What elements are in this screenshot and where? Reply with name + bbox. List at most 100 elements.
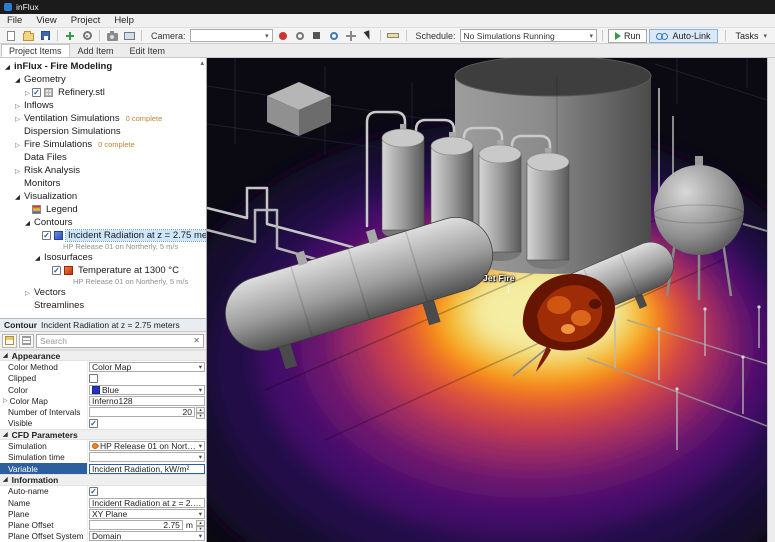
property-dropdown[interactable]: HP Release 01 on Northerly, 5 m/s▾ [89,441,205,451]
tree-item-temperature-at-1300-c[interactable]: ✓Temperature at 1300 °C [0,264,206,277]
expander-icon[interactable]: ▷ [23,89,32,97]
pan-view-button[interactable] [343,29,359,43]
record-button[interactable] [275,29,291,43]
property-section-information[interactable]: ◢Information [0,474,206,485]
camera-dropdown[interactable]: ▾ [190,29,273,42]
jet-fire-leader-line [508,284,509,293]
search-input[interactable] [40,336,191,346]
item-checkbox[interactable]: ✓ [52,266,61,275]
new-file-button[interactable] [3,29,19,43]
categorize-button[interactable] [2,334,17,348]
property-textbox[interactable]: Inferno128 [89,396,205,406]
menu-project[interactable]: Project [64,15,108,26]
tree-item-dispersion-simulations[interactable]: Dispersion Simulations [0,125,206,138]
expander-icon[interactable]: ◢ [3,63,12,71]
property-label-name: Name [0,497,88,508]
select-mode-button[interactable] [360,29,376,43]
tree-item-data-files[interactable]: Data Files [0,151,206,164]
property-textbox[interactable]: Incident Radiation at z = 2.75 meters [89,498,205,508]
settings-button[interactable] [79,29,95,43]
app-window: inFlux FileViewProjectHelp Camera: ▾ Sch… [0,0,775,542]
tab-edit-item[interactable]: Edit Item [122,44,174,57]
property-dropdown[interactable]: Blue▾ [89,385,205,395]
property-dropdown[interactable]: ▾ [89,452,205,462]
tree-item-label: Inflows [22,100,56,111]
tree-item-fire-simulations[interactable]: ▷Fire Simulations0 complete [0,138,206,151]
viewport-3d[interactable]: Jet Fire [207,58,767,542]
expander-icon[interactable]: ▷ [13,115,22,123]
tree-item-geometry[interactable]: ◢Geometry [0,73,206,86]
menu-help[interactable]: Help [107,15,141,26]
open-project-button[interactable] [20,29,36,43]
item-checkbox[interactable]: ✓ [32,88,41,97]
menu-file[interactable]: File [0,15,29,26]
tree-item-inflows[interactable]: ▷Inflows [0,99,206,112]
expander-icon[interactable]: ▷ [13,141,22,149]
scroll-up-icon[interactable]: ▴ [200,59,204,67]
clear-search-icon[interactable]: ✕ [193,336,200,345]
tree-item-isosurfaces[interactable]: ◢Isosurfaces [0,251,206,264]
run-button[interactable]: Run [608,29,648,43]
tree-item-incident-radiation-at-z-2-75-meters[interactable]: ✓ Incident Radiation at z = 2.75 meters [0,229,206,242]
property-dropdown[interactable]: Color Map▾ [89,362,205,372]
viewport-display-button[interactable] [121,29,137,43]
tab-add-item[interactable]: Add Item [70,44,122,57]
tree-item-risk-analysis[interactable]: ▷Risk Analysis [0,164,206,177]
property-textbox[interactable]: Incident Radiation, kW/m² [89,464,205,474]
property-checkbox[interactable]: ✓ [89,419,98,428]
schedule-dropdown[interactable]: No Simulations Running▾ [460,29,597,42]
focus-target-button[interactable] [292,29,308,43]
spinner-buttons[interactable]: ▴▾ [196,407,205,417]
menu-view[interactable]: View [29,15,63,26]
property-checkbox[interactable] [89,374,98,383]
tab-project-items[interactable]: Project Items [1,44,70,57]
tree-item-contours[interactable]: ◢Contours [0,216,206,229]
property-label-color-method: Color Method [0,361,88,372]
save-project-button[interactable] [37,29,53,43]
expander-icon[interactable]: ◢ [13,193,22,201]
collapsed-side-panel[interactable] [767,58,775,542]
chevron-down-icon: ▾ [199,532,202,540]
row-expander-icon[interactable]: ▷ [3,397,8,404]
expander-icon[interactable]: ◢ [23,219,32,227]
measure-button[interactable] [385,29,401,43]
property-dropdown[interactable]: Domain▾ [89,531,205,541]
tree-item-label: Visualization [22,191,79,202]
stop-button[interactable] [309,29,325,43]
property-spinbox[interactable]: 20 [89,407,195,417]
property-value: 20 [92,407,192,417]
property-section-cfd-parameters[interactable]: ◢CFD Parameters [0,429,206,440]
property-section-appearance[interactable]: ◢Appearance [0,350,206,361]
expander-icon[interactable]: ◢ [33,254,42,262]
tree-item-vectors[interactable]: ▷Vectors [0,286,206,299]
item-checkbox[interactable]: ✓ [42,231,51,240]
property-dropdown[interactable]: XY Plane▾ [89,509,205,519]
section-label: Appearance [12,351,61,361]
refresh-view-button[interactable] [326,29,342,43]
tree-item-refinery-stl[interactable]: ▷✓Refinery.stl [0,86,206,99]
tasks-dropdown[interactable]: Tasks▾ [730,31,772,41]
jet-fire-label: Jet Fire [483,273,515,283]
expander-icon[interactable]: ▷ [13,167,22,175]
alphabetical-button[interactable] [19,334,34,348]
tree-item-influx-fire-modeling[interactable]: ◢inFlux - Fire Modeling [0,60,206,73]
property-spinbox[interactable]: 2.75 [89,520,183,530]
expander-icon[interactable]: ▷ [23,289,32,297]
expander-icon[interactable]: ▷ [13,102,22,110]
tree-item-legend[interactable]: Legend [0,203,206,216]
screenshot-button[interactable] [104,29,120,43]
auto-link-button[interactable]: Auto-Link [649,29,717,43]
property-search-bar: ✕ [0,332,206,350]
tree-item-ventilation-simulations[interactable]: ▷Ventilation Simulations0 complete [0,112,206,125]
tree-item-streamlines[interactable]: Streamlines [0,299,206,312]
property-checkbox[interactable]: ✓ [89,487,98,496]
tree-item-visualization[interactable]: ◢Visualization [0,190,206,203]
property-label-number-of-intervals: Number of Intervals [0,406,88,417]
tree-item-label: Incident Radiation at z = 2.75 meters [66,230,206,241]
search-field[interactable]: ✕ [36,334,204,348]
tree-item-monitors[interactable]: Monitors [0,177,206,190]
project-tree: ▴ ◢inFlux - Fire Modeling◢Geometry▷✓Refi… [0,58,206,318]
add-item-button[interactable] [62,29,78,43]
spinner-buttons[interactable]: ▴▾ [196,520,205,530]
expander-icon[interactable]: ◢ [13,76,22,84]
